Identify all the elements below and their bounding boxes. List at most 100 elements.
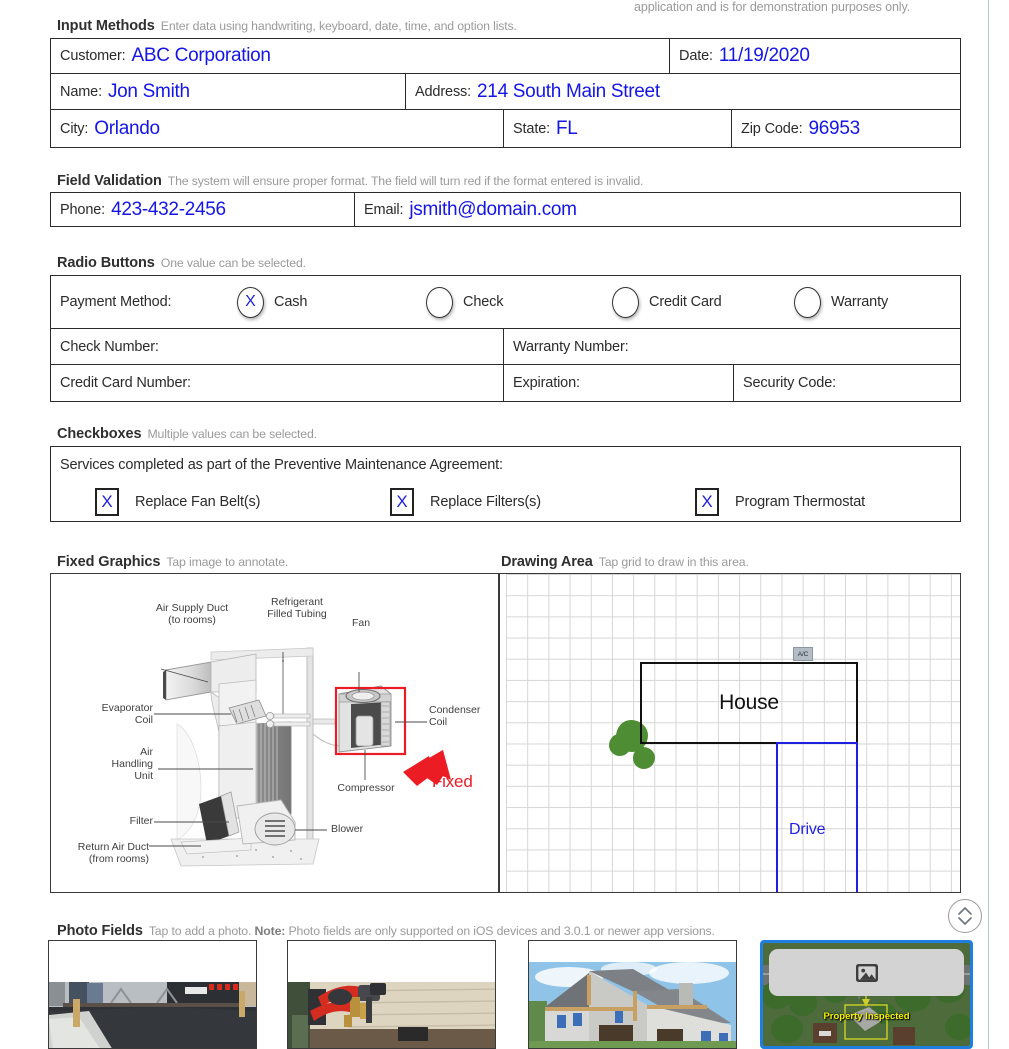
section-title: Radio Buttons xyxy=(57,255,155,271)
diagram-label-return-air-duct: Return Air Duct (from rooms) xyxy=(77,841,149,865)
checkbox-icon[interactable]: X xyxy=(390,488,414,516)
diagram-label-refrigerant-filled-tubing: Refrigerant Filled Tubing xyxy=(267,596,327,620)
section-header-fixed-graphics: Fixed Graphics Tap image to annotate. xyxy=(57,554,288,570)
radio-option-credit-card[interactable]: Credit Card xyxy=(612,286,722,318)
diagram-label-air-handling-unit: Air Handling Unit xyxy=(111,746,153,782)
radio-option-check[interactable]: Check xyxy=(426,286,504,318)
bush-shape-small-bottom[interactable] xyxy=(633,747,655,769)
radio-icon[interactable] xyxy=(426,286,453,318)
image-placeholder-icon xyxy=(855,963,878,982)
section-desc: Tap to add a photo. Note: Photo fields a… xyxy=(149,924,715,938)
table-row: Name: Jon Smith Address: 214 South Main … xyxy=(51,74,960,110)
city-label: City: xyxy=(60,120,89,137)
customer-field[interactable]: Customer: ABC Corporation xyxy=(51,39,669,73)
name-field[interactable]: Name: Jon Smith xyxy=(51,74,405,109)
checkbox-program-thermostat[interactable]: X Program Thermostat xyxy=(695,488,865,516)
chevron-up-down-icon xyxy=(958,907,972,925)
drawing-area-panel[interactable]: House A/C Drive xyxy=(499,573,961,893)
section-header-checkboxes: Checkboxes Multiple values can be selecte… xyxy=(57,426,317,442)
drive-edge-top[interactable] xyxy=(776,742,858,744)
phone-field[interactable]: Phone: 423-432-2456 xyxy=(51,193,354,226)
check-number-field[interactable]: Check Number: xyxy=(51,329,503,364)
radio-icon[interactable]: X xyxy=(237,286,264,318)
radio-icon[interactable] xyxy=(612,286,639,318)
house-shape[interactable]: House xyxy=(640,662,858,744)
radio-buttons-table: Payment Method: X Cash Check Credit Card xyxy=(50,275,961,402)
radio-icon[interactable] xyxy=(794,286,821,318)
diagram-label-evaporator-coil: Evaporator Coil xyxy=(101,702,153,726)
section-header-radio-buttons: Radio Buttons One value can be selected. xyxy=(57,255,306,271)
top-note-text: application and is for demonstration pur… xyxy=(634,0,911,14)
page-right-divider xyxy=(988,0,989,1049)
table-row: City: Orlando State: FL Zip Code: 96953 xyxy=(51,110,960,147)
expiration-field[interactable]: Expiration: xyxy=(503,365,733,401)
state-label: State: xyxy=(513,120,550,137)
spray-applicator-photo xyxy=(288,941,495,1048)
checkbox-replace-filters[interactable]: X Replace Filters(s) xyxy=(390,488,541,516)
ac-unit-shape[interactable]: A/C xyxy=(793,647,813,661)
section-header-photo-fields: Photo Fields Tap to add a photo. Note: Ph… xyxy=(57,923,715,939)
security-code-field[interactable]: Security Code: xyxy=(733,365,962,401)
radio-label: Credit Card xyxy=(649,294,722,310)
date-value: 11/19/2020 xyxy=(718,45,810,66)
photo-field-2[interactable] xyxy=(287,940,496,1049)
section-title: Drawing Area xyxy=(501,554,593,570)
checkbox-icon[interactable]: X xyxy=(95,488,119,516)
input-methods-table: Customer: ABC Corporation Date: 11/19/20… xyxy=(50,38,961,148)
credit-card-number-field[interactable]: Credit Card Number: xyxy=(51,365,503,401)
address-value: 214 South Main Street xyxy=(477,80,660,102)
date-field[interactable]: Date: 11/19/2020 xyxy=(669,39,962,73)
diagram-label-condenser-coil: Condenser Coil xyxy=(429,704,481,728)
radio-option-cash[interactable]: X Cash xyxy=(237,286,308,318)
phone-label: Phone: xyxy=(60,201,106,218)
diagram-label-filter: Filter xyxy=(129,815,153,827)
asphalt-paving-photo xyxy=(49,941,256,1048)
diagram-label-fan: Fan xyxy=(351,617,371,629)
checkbox-icon[interactable]: X xyxy=(695,488,719,516)
state-field[interactable]: State: FL xyxy=(503,110,731,147)
city-field[interactable]: City: Orlando xyxy=(51,110,503,147)
form-page: application and is for demonstration pur… xyxy=(0,0,1009,1049)
photo-caption: Property Inspected xyxy=(823,1011,910,1022)
fixed-annotation-text: Fixed xyxy=(432,772,473,791)
drive-label: Drive xyxy=(789,821,826,838)
drawing-grid[interactable]: House A/C Drive xyxy=(506,574,960,892)
phone-value: 423-432-2456 xyxy=(111,198,226,220)
table-row: Credit Card Number: Expiration: Security… xyxy=(51,365,960,401)
section-title: Field Validation xyxy=(57,173,162,189)
security-code-label: Security Code: xyxy=(743,375,836,391)
photo-field-4[interactable]: Main St Main St Property Inspected xyxy=(760,940,973,1049)
bush-shape-small-left[interactable] xyxy=(609,734,631,756)
email-field[interactable]: Email: jsmith@domain.com xyxy=(354,193,962,226)
zip-label: Zip Code: xyxy=(741,120,803,137)
customer-value: ABC Corporation xyxy=(131,45,271,66)
drive-edge-right[interactable] xyxy=(856,742,858,892)
date-label: Date: xyxy=(679,48,713,64)
section-header-input-methods: Input Methods Enter data using handwritin… xyxy=(57,18,517,34)
table-row: Check Number: Warranty Number: xyxy=(51,329,960,365)
photo-placeholder-box[interactable] xyxy=(769,949,964,996)
state-value: FL xyxy=(556,117,578,139)
radio-option-warranty[interactable]: Warranty xyxy=(794,286,888,318)
checkbox-label: Program Thermostat xyxy=(735,494,865,510)
expiration-label: Expiration: xyxy=(513,375,580,391)
section-desc: One value can be selected. xyxy=(160,256,306,270)
photo-desc-1: Tap to add a photo. xyxy=(148,924,252,938)
photo-desc-2: Photo fields are only supported on iOS d… xyxy=(288,924,715,938)
drive-edge-left[interactable] xyxy=(776,742,778,892)
customer-label: Customer: xyxy=(60,48,126,64)
radio-label: Cash xyxy=(274,294,308,310)
fixed-graphics-image[interactable]: Air Supply Duct (to rooms) Refrigerant F… xyxy=(50,573,499,893)
checkbox-replace-fan-belts[interactable]: X Replace Fan Belt(s) xyxy=(95,488,260,516)
zip-field[interactable]: Zip Code: 96953 xyxy=(731,110,962,147)
scroll-up-down-button[interactable] xyxy=(948,899,982,933)
address-field[interactable]: Address: 214 South Main Street xyxy=(405,74,962,109)
section-desc: Tap grid to draw in this area. xyxy=(598,555,749,569)
photo-field-3[interactable] xyxy=(528,940,737,1049)
section-desc: Enter data using handwriting, keyboard, … xyxy=(160,19,517,33)
credit-card-number-label: Credit Card Number: xyxy=(60,375,191,391)
warranty-number-field[interactable]: Warranty Number: xyxy=(503,329,962,364)
photo-field-1[interactable] xyxy=(48,940,257,1049)
check-number-label: Check Number: xyxy=(60,338,159,355)
table-row: Customer: ABC Corporation Date: 11/19/20… xyxy=(51,39,960,74)
